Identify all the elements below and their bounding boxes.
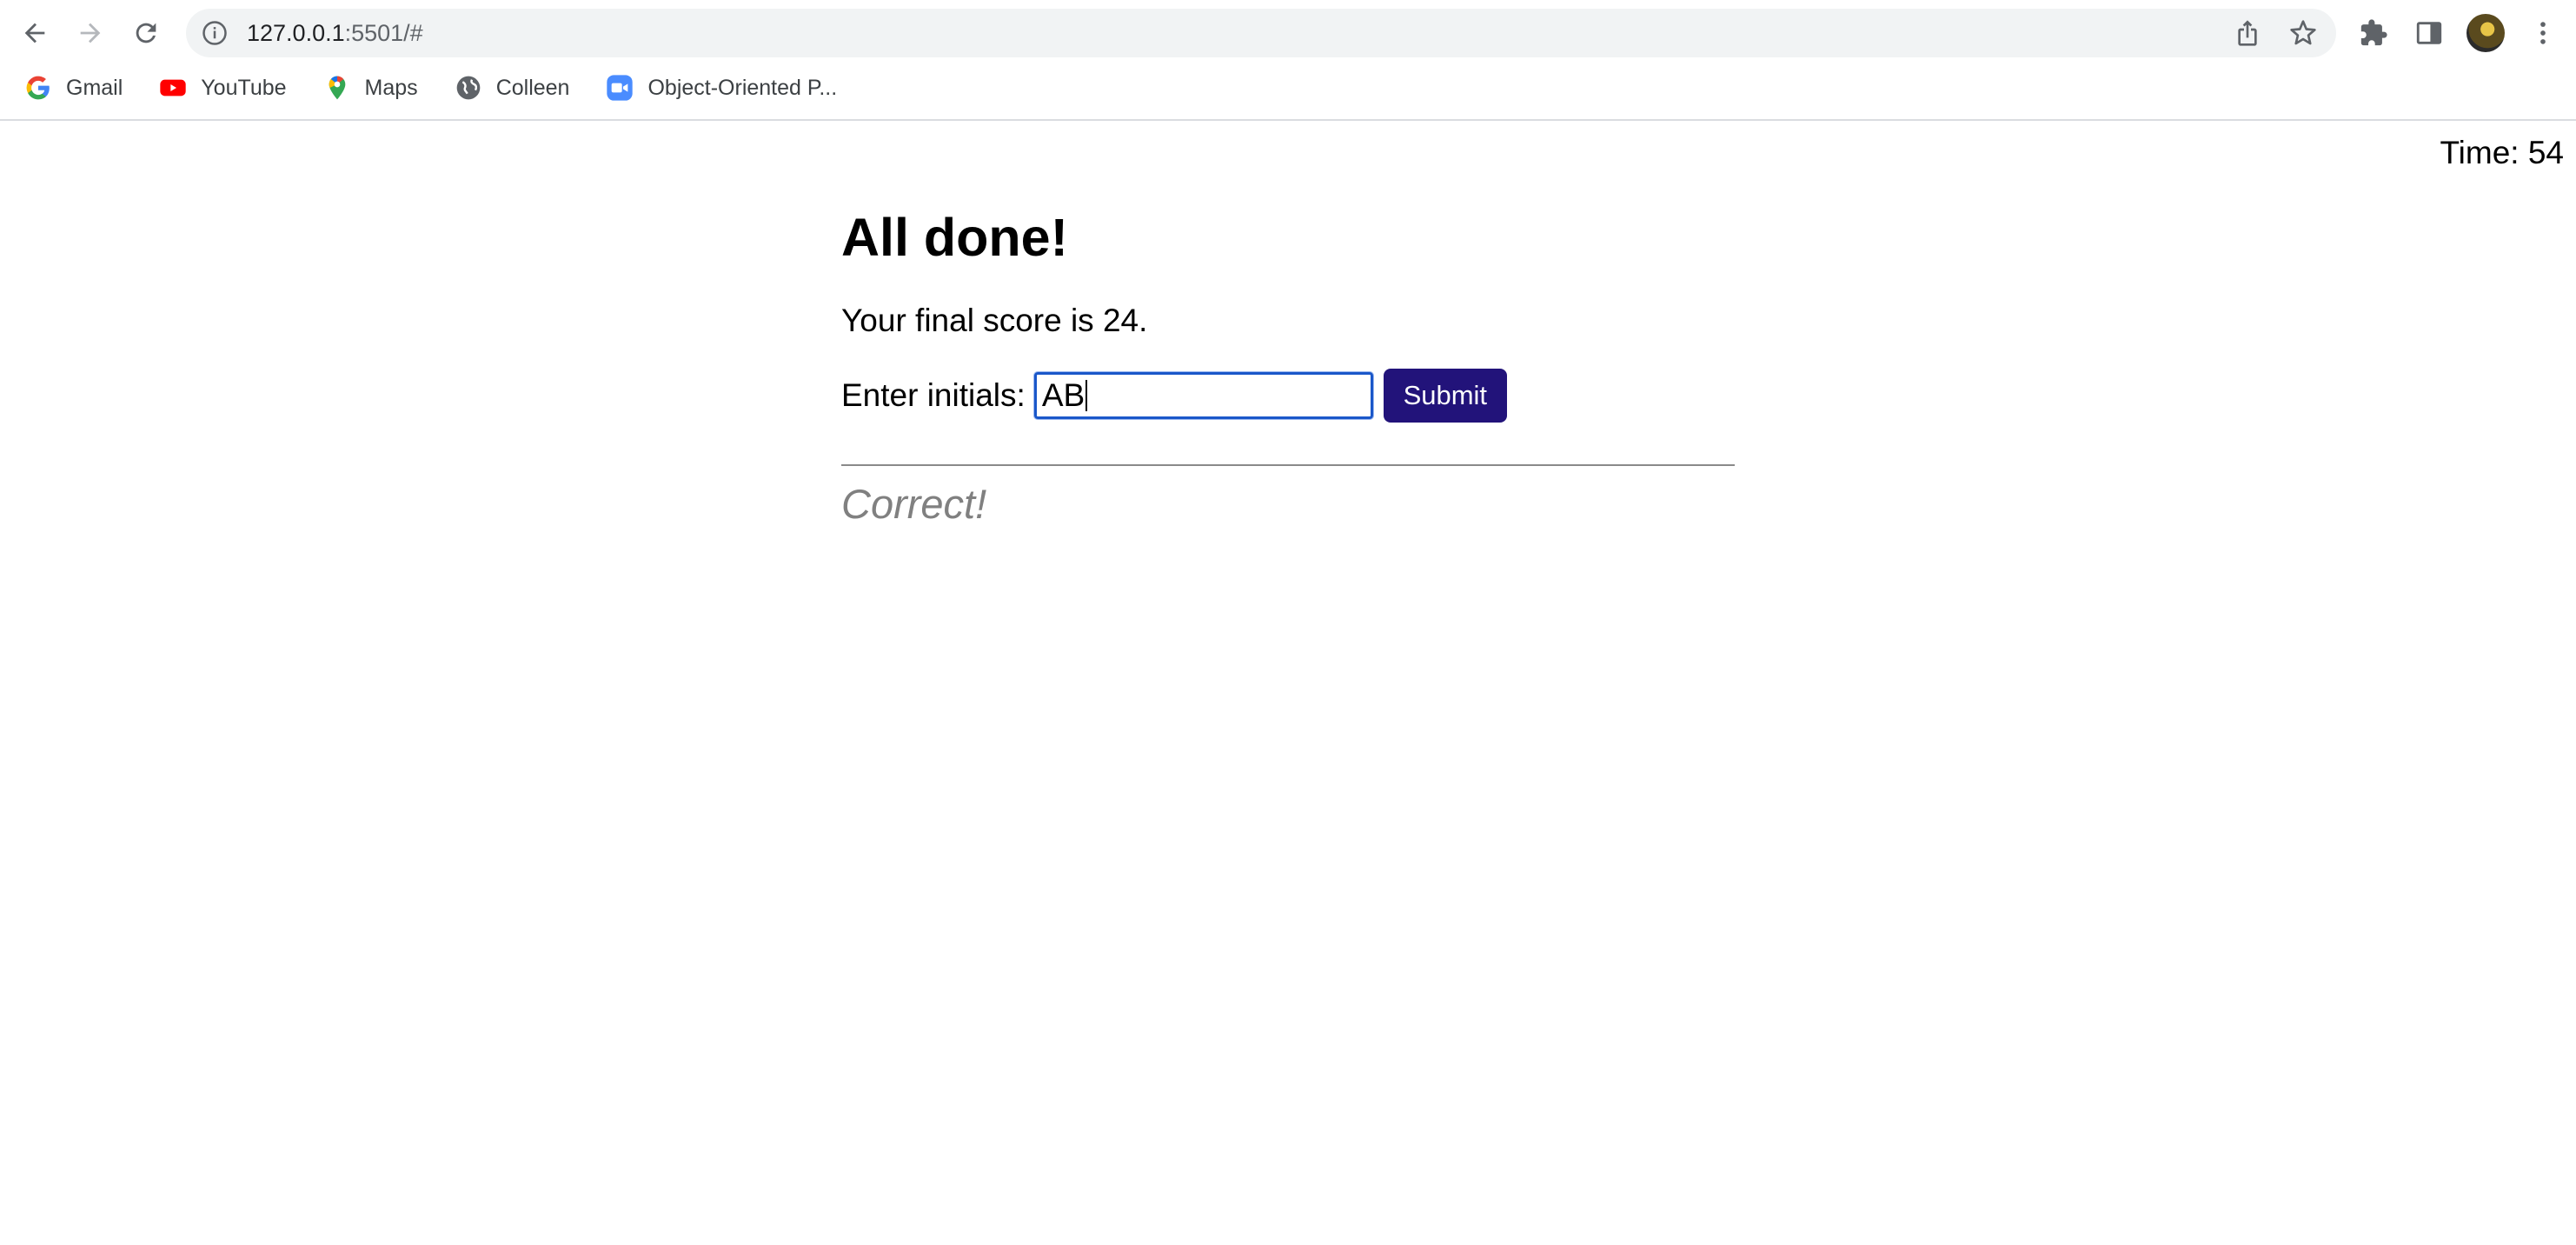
submit-button[interactable]: Submit: [1383, 369, 1507, 423]
bookmark-star-button[interactable]: [2281, 10, 2326, 56]
bookmark-object-oriented[interactable]: Object-Oriented P...: [583, 68, 851, 108]
url-host: 127.0.0.1: [247, 19, 345, 46]
url-path: :5501/#: [344, 19, 423, 46]
bookmarks-bar: Gmail YouTube Maps Colleen Object-Orient…: [0, 68, 2576, 108]
text-caret: [1086, 380, 1088, 411]
maps-icon: [323, 74, 351, 102]
globe-icon: [455, 74, 482, 102]
reload-button[interactable]: [123, 10, 169, 56]
quiz-end-screen: All done! Your final score is 24. Enter …: [841, 211, 1735, 528]
bookmark-label: Object-Oriented P...: [647, 75, 838, 100]
initials-input[interactable]: AB: [1033, 372, 1373, 419]
answer-feedback: Correct!: [841, 481, 987, 527]
forward-arrow-icon: [80, 23, 101, 43]
initials-form: Enter initials: AB Submit: [841, 369, 1735, 423]
chrome-menu-button[interactable]: [2520, 10, 2566, 56]
profile-avatar[interactable]: [2466, 14, 2505, 52]
side-panel-icon: [2416, 22, 2442, 44]
back-arrow-icon: [24, 23, 45, 43]
site-info-icon[interactable]: [202, 20, 228, 46]
bookmark-label: Gmail: [66, 75, 123, 100]
side-panel-button[interactable]: [2407, 10, 2452, 56]
tab-strip-edge: [982, 0, 1417, 3]
youtube-icon: [159, 74, 187, 102]
browser-chrome: 127.0.0.1:5501/# Gmail YouTube Maps Coll…: [0, 0, 2576, 121]
bookmark-label: YouTube: [201, 75, 287, 100]
bookmark-colleen[interactable]: Colleen: [432, 68, 584, 108]
initials-value: AB: [1041, 377, 1086, 413]
reload-icon: [136, 23, 156, 43]
share-button[interactable]: [2225, 10, 2270, 56]
star-icon: [2290, 20, 2316, 45]
extensions-button[interactable]: [2351, 10, 2396, 56]
zoom-video-icon: [606, 74, 634, 102]
bookmark-youtube[interactable]: YouTube: [136, 68, 300, 108]
share-icon: [2238, 20, 2257, 46]
url-text[interactable]: 127.0.0.1:5501/#: [247, 20, 423, 47]
google-icon: [24, 74, 52, 102]
more-vert-icon: [2540, 22, 2546, 44]
page-content: Time: 54 All done! Your final score is 2…: [0, 123, 2576, 1245]
timer-display: Time: 54: [2440, 135, 2564, 170]
initials-label: Enter initials:: [841, 377, 1026, 413]
puzzle-piece-icon: [2360, 19, 2387, 46]
forward-button[interactable]: [68, 10, 113, 56]
divider: [841, 464, 1735, 466]
bookmark-maps[interactable]: Maps: [301, 68, 432, 108]
bookmark-gmail[interactable]: Gmail: [0, 68, 136, 108]
bookmark-label: Colleen: [495, 75, 570, 100]
back-button[interactable]: [12, 10, 57, 56]
bookmark-label: Maps: [364, 75, 418, 100]
address-bar[interactable]: 127.0.0.1:5501/#: [186, 9, 2336, 57]
final-score-text: Your final score is 24.: [841, 303, 1148, 338]
page-title: All done!: [841, 208, 1068, 267]
